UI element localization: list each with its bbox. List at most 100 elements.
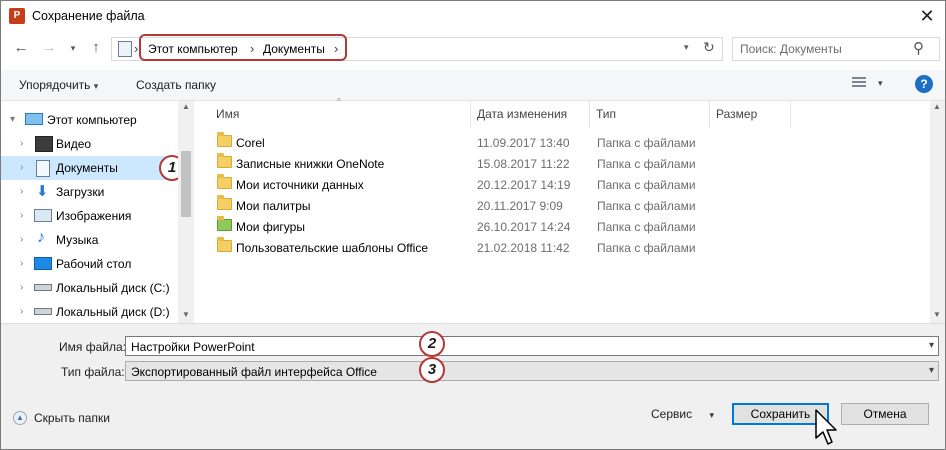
tree-item-pictures[interactable]: › Изображения: [1, 204, 178, 228]
mouse-cursor-icon: [815, 409, 837, 445]
tree-item-label: Локальный диск (C:): [56, 281, 170, 295]
tree-item-this-pc[interactable]: ▾ Этот компьютер: [1, 108, 178, 132]
close-icon[interactable]: ✕: [917, 6, 937, 26]
collapsed-chevron-icon[interactable]: ›: [20, 210, 23, 221]
breadcrumb-separator-icon[interactable]: ›: [250, 41, 254, 56]
breadcrumb-separator-icon[interactable]: ›: [134, 41, 138, 56]
new-folder-button[interactable]: Создать папку: [136, 78, 216, 92]
view-dropdown-arrow-icon[interactable]: ▾: [878, 78, 883, 89]
filename-dropdown-icon[interactable]: ▾: [929, 340, 934, 351]
tree-item-label: Музыка: [56, 233, 99, 247]
organize-menu-button[interactable]: Упорядочить ▾: [19, 78, 98, 92]
scroll-down-icon[interactable]: ▼: [933, 310, 941, 319]
tree-item-drive-d[interactable]: › Локальный диск (D:): [1, 300, 178, 324]
search-placeholder: Поиск: Документы: [740, 42, 842, 56]
data-sources-folder-icon: [217, 174, 232, 189]
help-icon[interactable]: ?: [915, 75, 933, 93]
scroll-up-icon[interactable]: ▲: [933, 102, 941, 111]
tree-item-desktop[interactable]: › Рабочий стол: [1, 252, 178, 276]
expanded-chevron-icon[interactable]: ▾: [10, 114, 15, 125]
file-type: Папка с файлами: [597, 178, 696, 192]
file-type: Папка с файлами: [597, 136, 696, 150]
column-header-size[interactable]: Размер: [716, 107, 757, 121]
tree-item-video[interactable]: › Видео: [1, 132, 178, 156]
file-date: 15.08.2017 11:22: [477, 157, 570, 171]
file-row[interactable]: Пользовательские шаблоны Office 21.02.20…: [211, 237, 731, 258]
computer-icon: [25, 113, 43, 125]
collapsed-chevron-icon[interactable]: ›: [20, 162, 23, 173]
collapse-up-icon[interactable]: ▲: [13, 411, 27, 425]
scroll-up-icon[interactable]: ▲: [182, 102, 190, 111]
tree-item-label: Рабочий стол: [56, 257, 132, 271]
tools-menu-button[interactable]: Сервис ▾: [651, 407, 714, 421]
column-divider[interactable]: [790, 101, 791, 128]
refresh-icon[interactable]: ↻: [703, 39, 715, 56]
filetype-dropdown-icon[interactable]: ▾: [929, 365, 934, 376]
filename-label: Имя файла:: [59, 340, 126, 354]
tree-item-documents[interactable]: › Документы: [1, 156, 178, 180]
file-row[interactable]: Мои палитры 20.11.2017 9:09 Папка с файл…: [211, 195, 731, 216]
collapsed-chevron-icon[interactable]: ›: [20, 258, 23, 269]
column-divider[interactable]: [470, 101, 471, 128]
recent-locations-chevron-icon[interactable]: ▾: [64, 39, 82, 57]
address-documents-icon: [118, 41, 132, 57]
file-row[interactable]: Мои источники данных 20.12.2017 14:19 Па…: [211, 174, 731, 195]
address-history-chevron-icon[interactable]: ▾: [684, 42, 689, 53]
hide-folders-button[interactable]: Скрыть папки: [34, 411, 110, 425]
column-header-type[interactable]: Тип: [596, 107, 616, 121]
forward-arrow-icon[interactable]: →: [40, 39, 58, 57]
navigation-scroll-thumb[interactable]: [181, 151, 191, 217]
folder-icon: [217, 132, 232, 147]
tree-item-music[interactable]: › ♪ Музыка: [1, 228, 178, 252]
file-name: Записные книжки OneNote: [236, 157, 385, 171]
pictures-icon: [34, 209, 52, 222]
collapsed-chevron-icon[interactable]: ›: [20, 282, 23, 293]
collapsed-chevron-icon[interactable]: ›: [20, 306, 23, 317]
tree-item-drive-c[interactable]: › Локальный диск (C:): [1, 276, 178, 300]
file-type: Папка с файлами: [597, 157, 696, 171]
shapes-folder-icon: [217, 216, 232, 231]
file-type: Папка с файлами: [597, 199, 696, 213]
file-name: Мои палитры: [236, 199, 311, 213]
video-icon: [35, 136, 53, 152]
breadcrumb-this-pc[interactable]: Этот компьютер: [148, 42, 238, 56]
file-name: Corel: [236, 136, 265, 150]
file-row[interactable]: Мои фигуры 26.10.2017 14:24 Папка с файл…: [211, 216, 731, 237]
column-divider[interactable]: [709, 101, 710, 128]
column-divider[interactable]: [589, 101, 590, 128]
filetype-label: Тип файла:: [61, 365, 125, 379]
file-row[interactable]: Corel 11.09.2017 13:40 Папка с файлами: [211, 132, 731, 153]
drive-icon: [34, 284, 52, 291]
view-options-icon[interactable]: [852, 77, 866, 89]
file-row[interactable]: Записные книжки OneNote 15.08.2017 11:22…: [211, 153, 731, 174]
scroll-down-icon[interactable]: ▼: [182, 310, 190, 319]
folder-icon: [217, 153, 232, 168]
collapsed-chevron-icon[interactable]: ›: [20, 138, 23, 149]
file-list-scrollbar[interactable]: [930, 101, 945, 323]
up-arrow-icon[interactable]: ↑: [87, 39, 105, 57]
tree-item-label: Изображения: [56, 209, 132, 223]
breadcrumb-separator-icon[interactable]: ›: [334, 41, 338, 56]
navigation-pane: ▾ Этот компьютер › Видео › Документы › ⬇…: [1, 101, 178, 323]
file-name: Пользовательские шаблоны Office: [236, 241, 428, 255]
back-arrow-icon[interactable]: ←: [12, 39, 30, 57]
tree-item-label: Видео: [56, 137, 92, 151]
collapsed-chevron-icon[interactable]: ›: [20, 234, 23, 245]
cancel-button[interactable]: Отмена: [841, 403, 929, 425]
file-type: Папка с файлами: [597, 220, 696, 234]
collapsed-chevron-icon[interactable]: ›: [20, 186, 23, 197]
music-icon: ♪: [37, 229, 45, 246]
file-type: Папка с файлами: [597, 241, 696, 255]
downloads-icon: ⬇: [36, 183, 49, 200]
filetype-select[interactable]: Экспортированный файл интерфейса Office …: [125, 361, 939, 381]
filename-input[interactable]: Настройки PowerPoint ▾: [125, 336, 939, 356]
column-header-date[interactable]: Дата изменения: [477, 107, 567, 121]
dropdown-arrow-icon: ▾: [93, 81, 99, 91]
search-icon[interactable]: ⚲: [913, 39, 924, 57]
tree-item-downloads[interactable]: › ⬇ Загрузки: [1, 180, 178, 204]
file-date: 20.12.2017 14:19: [477, 178, 571, 192]
tree-item-label: Локальный диск (D:): [56, 305, 170, 319]
breadcrumb-documents[interactable]: Документы: [263, 42, 325, 56]
desktop-icon: [34, 257, 52, 270]
column-header-name[interactable]: Имя: [216, 107, 239, 121]
